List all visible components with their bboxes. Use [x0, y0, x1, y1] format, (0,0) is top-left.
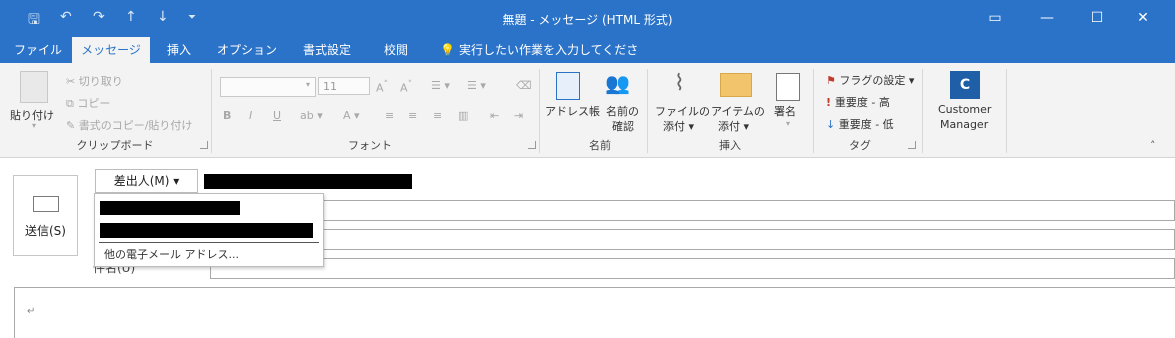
- from-dropdown-menu: 他の電子メール アドレス...: [94, 193, 324, 267]
- redacted-from-address: [204, 174, 412, 189]
- tab-file[interactable]: ファイル: [8, 37, 68, 63]
- high-importance-button[interactable]: ! 重要度 - 高: [826, 94, 890, 110]
- shrink-font-button[interactable]: A˅: [400, 79, 412, 95]
- send-envelope-icon: [32, 196, 59, 212]
- tab-format[interactable]: 書式設定: [292, 37, 362, 63]
- font-size-input[interactable]: 11: [318, 77, 370, 95]
- customer-manager-button-line2[interactable]: Manager: [940, 118, 988, 131]
- lightbulb-icon: 💡: [440, 43, 455, 57]
- divider: [211, 69, 212, 153]
- redacted-account-1[interactable]: [100, 201, 240, 215]
- outdent-icon[interactable]: ⇤: [490, 109, 499, 122]
- divider: [647, 69, 648, 153]
- envelope-icon: [720, 73, 752, 97]
- divider: [539, 69, 540, 153]
- follow-up-button[interactable]: ⚑ フラグの設定 ▾: [826, 72, 914, 88]
- title-bar: 🖫 ↶ ↷ ↑ ↓ ⏷ 無題 - メッセージ (HTML 形式) ▭ — ☐ ✕: [0, 0, 1175, 37]
- clipboard-group-label: クリップボード: [76, 139, 154, 152]
- maximize-button[interactable]: ☐: [1074, 0, 1120, 37]
- down-arrow-icon: ↓: [826, 118, 839, 131]
- font-launcher[interactable]: [528, 141, 536, 149]
- chevron-down-icon: ▾: [306, 80, 311, 89]
- highlight-icon[interactable]: ab ▾: [300, 109, 323, 122]
- attach-file-button-line2[interactable]: 添付 ▾: [663, 118, 694, 134]
- message-body[interactable]: ↵: [14, 287, 1175, 338]
- copy-icon: ⧉: [66, 97, 78, 110]
- send-button[interactable]: 送信(S): [13, 175, 78, 256]
- ribbon-display-icon[interactable]: ▭: [972, 0, 1018, 37]
- customer-manager-icon: C: [950, 71, 980, 99]
- signature-icon: [776, 73, 800, 101]
- clipboard-launcher[interactable]: [200, 141, 208, 149]
- minimize-button[interactable]: —: [1024, 0, 1070, 37]
- tab-review[interactable]: 校閲: [372, 37, 420, 63]
- attach-item-button[interactable]: アイテムの: [711, 103, 765, 119]
- italic-button[interactable]: I: [249, 109, 252, 122]
- align-left-icon[interactable]: ≡: [385, 109, 394, 122]
- cut-button[interactable]: ✂ 切り取り: [66, 73, 123, 89]
- include-group-label: 挿入: [719, 139, 741, 152]
- flag-icon: ⚑: [826, 74, 840, 87]
- ribbon: 貼り付け ▾ ✂ 切り取り ⧉ コピー ✎ 書式のコピー/貼り付け クリップボー…: [0, 63, 1175, 158]
- tags-launcher[interactable]: [908, 141, 916, 149]
- font-name-input[interactable]: [220, 77, 316, 97]
- paperclip-icon: ⌇: [674, 71, 685, 96]
- names-group-label: 名前: [589, 139, 611, 152]
- bullets-icon[interactable]: ☰ ▾: [431, 79, 450, 92]
- check-names-icon: 👥: [605, 71, 630, 95]
- send-label: 送信(S): [25, 224, 66, 238]
- paste-icon: [20, 71, 48, 103]
- justify-icon[interactable]: ▥: [458, 109, 468, 122]
- brush-icon: ✎: [66, 119, 79, 132]
- grow-font-button[interactable]: A˄: [376, 79, 388, 95]
- tell-me-search[interactable]: 💡実行したい作業を入力してください: [440, 37, 645, 83]
- copy-button[interactable]: ⧉ コピー: [66, 95, 110, 111]
- font-color-icon[interactable]: A ▾: [343, 109, 360, 122]
- to-field[interactable]: [210, 200, 1175, 221]
- cc-field[interactable]: [210, 229, 1175, 250]
- divider: [1006, 69, 1007, 153]
- check-names-button-line2[interactable]: 確認: [612, 118, 634, 134]
- format-painter-button[interactable]: ✎ 書式のコピー/貼り付け: [66, 117, 192, 133]
- underline-button[interactable]: U: [273, 109, 281, 122]
- clear-format-icon[interactable]: ⌫: [516, 79, 532, 92]
- attach-file-button[interactable]: ファイルの: [655, 103, 710, 119]
- divider: [922, 69, 923, 153]
- bold-button[interactable]: B: [223, 109, 231, 122]
- check-names-button[interactable]: 名前の: [606, 103, 639, 119]
- scissors-icon: ✂: [66, 75, 79, 88]
- tab-insert[interactable]: 挿入: [155, 37, 203, 63]
- address-book-button[interactable]: アドレス帳: [545, 103, 600, 119]
- address-book-icon: [556, 72, 580, 100]
- collapse-ribbon-icon[interactable]: ˄: [1150, 139, 1156, 152]
- align-right-icon[interactable]: ≡: [433, 109, 442, 122]
- chevron-down-icon: ▾: [786, 119, 791, 128]
- low-importance-button[interactable]: ↓ 重要度 - 低: [826, 116, 894, 132]
- customer-manager-button[interactable]: Customer: [938, 103, 991, 116]
- signature-button[interactable]: 署名: [774, 103, 796, 119]
- tab-options[interactable]: オプション: [212, 37, 282, 63]
- numbering-icon[interactable]: ☰ ▾: [467, 79, 486, 92]
- tags-group-label: タグ: [849, 139, 871, 152]
- menu-divider: [99, 242, 319, 243]
- ribbon-tabs: ファイル メッセージ 挿入 オプション 書式設定 校閲 💡 実行したい作業を入力し…: [0, 37, 1175, 83]
- subject-field[interactable]: [210, 258, 1175, 279]
- font-group-label: フォント: [348, 139, 392, 152]
- attach-item-button-line2[interactable]: 添付 ▾: [718, 118, 749, 134]
- paragraph-mark: ↵: [27, 306, 36, 317]
- other-email-address-item[interactable]: 他の電子メール アドレス...: [104, 246, 239, 262]
- tab-message[interactable]: メッセージ: [72, 37, 150, 63]
- divider: [813, 69, 814, 153]
- from-dropdown-button[interactable]: 差出人(M) ▾: [95, 169, 198, 193]
- redacted-account-2[interactable]: [100, 223, 313, 238]
- align-center-icon[interactable]: ≡: [408, 109, 417, 122]
- exclamation-icon: !: [826, 96, 835, 109]
- close-button[interactable]: ✕: [1120, 0, 1166, 37]
- indent-icon[interactable]: ⇥: [514, 109, 523, 122]
- paste-dropdown-icon[interactable]: ▾: [32, 121, 36, 130]
